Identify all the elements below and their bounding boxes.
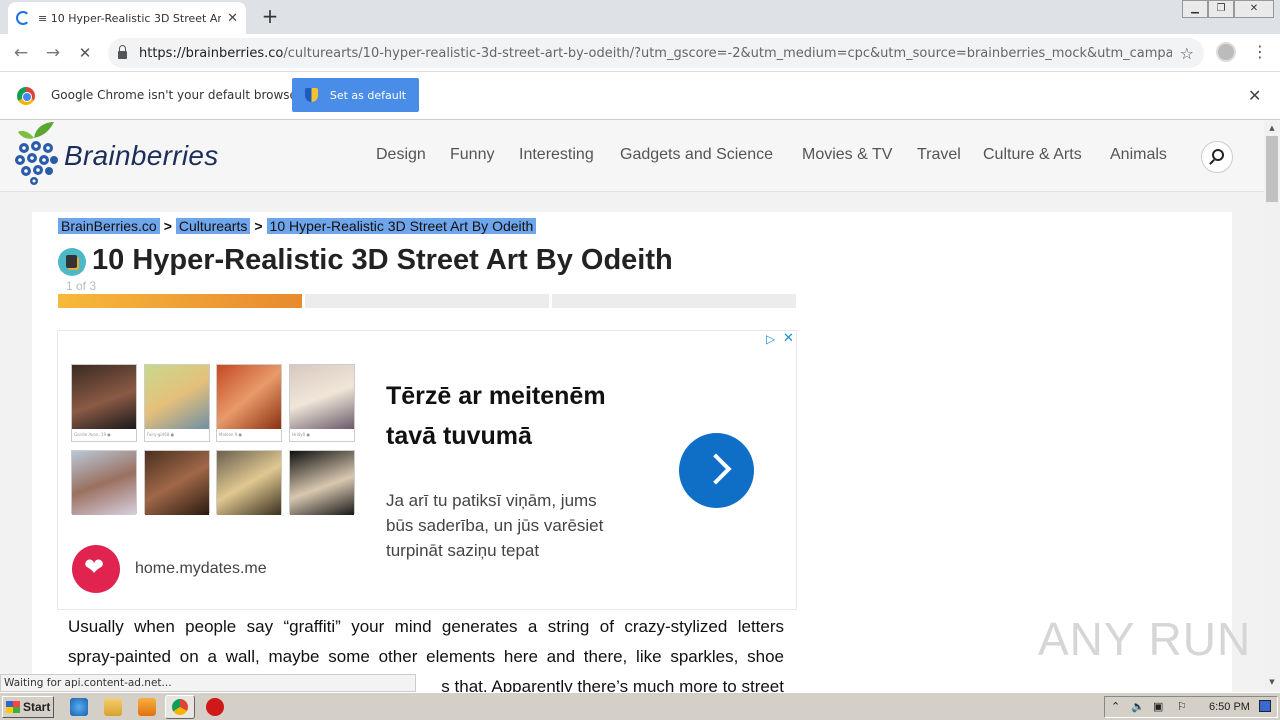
scroll-thumb[interactable]: [1266, 136, 1278, 202]
ad-arrow-button[interactable]: [679, 433, 754, 508]
adchoices-icon[interactable]: ▷: [766, 332, 775, 346]
restore-button[interactable]: ❐: [1208, 0, 1234, 18]
nav-animals[interactable]: Animals: [1110, 146, 1167, 164]
search-icon: [1212, 149, 1224, 161]
category-badge-icon: [58, 248, 86, 276]
ad-headline[interactable]: Tērzē ar meitenēm tavā tuvumā: [386, 376, 606, 456]
volume-icon[interactable]: 🔈: [1131, 700, 1145, 713]
antivirus-icon[interactable]: [206, 698, 224, 716]
window-close-button[interactable]: ✕: [1234, 0, 1274, 18]
uac-shield-icon: [304, 88, 318, 102]
ad-photo[interactable]: Maleon 9 ●: [216, 364, 282, 442]
breadcrumb: BrainBerries.co > Culturearts >10 Hyper-Rea…: [58, 218, 537, 234]
ad-photo[interactable]: [289, 450, 355, 515]
infobar-close-icon[interactable]: ✕: [1248, 86, 1261, 105]
progress-segment: [305, 294, 549, 308]
network-icon[interactable]: ▣: [1153, 700, 1163, 713]
ad-photo[interactable]: Gordie Avon, 19 ●: [71, 364, 137, 442]
progress-segment: [58, 294, 302, 308]
status-bar: Waiting for api.content-ad.net...: [0, 674, 416, 692]
scroll-down-icon[interactable]: ▼: [1266, 678, 1278, 686]
forward-button[interactable]: →: [42, 42, 64, 64]
action-center-flag-icon[interactable]: ⚐: [1177, 700, 1187, 713]
browser-toolbar: ← → ✕ https://brainberries.co/cultureart…: [0, 34, 1280, 72]
tab-strip: ≡ 10 Hyper-Realistic 3D Street Art B ✕ +…: [0, 0, 1280, 34]
back-button[interactable]: ←: [10, 42, 32, 64]
article-line: Usually when people say “graffiti” your …: [68, 617, 784, 636]
chrome-logo-icon: [17, 87, 35, 105]
page-counter: 1 of 3: [66, 279, 97, 293]
breadcrumb-home[interactable]: BrainBerries.co: [58, 218, 160, 234]
ad-photo[interactable]: Fairy-girl68 ●: [144, 364, 210, 442]
new-tab-button[interactable]: +: [258, 4, 282, 28]
anyrun-watermark: ANY RUN: [1038, 613, 1252, 665]
nav-culture-arts[interactable]: Culture & Arts: [983, 146, 1082, 164]
stop-loading-button[interactable]: ✕: [74, 42, 96, 64]
media-player-icon[interactable]: [138, 698, 156, 716]
system-tray: ⌃ 🔈 ▣ ⚐ 6:50 PM: [1104, 696, 1278, 718]
address-bar[interactable]: https://brainberries.co/culturearts/10-h…: [108, 38, 1204, 68]
show-desktop-icon[interactable]: [1259, 700, 1271, 712]
ad-domain[interactable]: home.mydates.me: [135, 560, 267, 578]
ad-photo[interactable]: [216, 450, 282, 515]
clock[interactable]: 6:50 PM: [1209, 701, 1250, 713]
ad-photo[interactable]: [144, 450, 210, 515]
tray-expand-icon[interactable]: ⌃: [1111, 700, 1120, 713]
start-button[interactable]: Start: [2, 696, 54, 718]
ad-close-icon[interactable]: ✕: [783, 331, 794, 346]
tab-close-icon[interactable]: ✕: [227, 11, 238, 26]
file-explorer-icon[interactable]: [104, 698, 122, 716]
brainberries-logo-icon[interactable]: [14, 120, 60, 186]
tab-title: ≡ 10 Hyper-Realistic 3D Street Art B: [38, 11, 222, 25]
nav-gadgets-and-science[interactable]: Gadgets and Science: [620, 146, 773, 164]
ad-photo[interactable]: Hridy0 ●: [289, 364, 355, 442]
scroll-up-icon[interactable]: ▲: [1266, 124, 1278, 132]
ad-description: Ja arī tu patiksī viņām, jums būs saderīb…: [386, 491, 604, 560]
chrome-icon: [172, 699, 188, 715]
profile-avatar-icon[interactable]: [1216, 42, 1236, 62]
loading-spinner-icon: [16, 11, 30, 25]
windows-taskbar: Start ⌃ 🔈 ▣ ⚐ 6:50 PM: [0, 692, 1280, 720]
nav-design[interactable]: Design: [376, 146, 426, 164]
breadcrumb-current[interactable]: 10 Hyper-Realistic 3D Street Art By Odei…: [266, 218, 537, 234]
internet-explorer-icon[interactable]: [70, 698, 88, 716]
nav-interesting[interactable]: Interesting: [519, 146, 594, 164]
infobar-text: Google Chrome isn't your default browser: [51, 88, 302, 102]
site-header: Brainberries Design Funny Interesting Ga…: [0, 120, 1264, 192]
set-as-default-button[interactable]: Set as default: [292, 78, 419, 112]
set-as-default-label: Set as default: [329, 88, 407, 102]
article-line: spray-painted on a wall, maybe some othe…: [68, 647, 784, 666]
site-search-button[interactable]: [1201, 141, 1233, 173]
browser-menu-icon[interactable]: ⋮: [1252, 42, 1268, 62]
breadcrumb-category[interactable]: Culturearts: [175, 218, 251, 234]
page-scrollbar[interactable]: [1264, 120, 1280, 692]
url-text[interactable]: https://brainberries.co/culturearts/10-h…: [139, 46, 1172, 61]
windows-flag-icon: [6, 701, 20, 713]
minimize-button[interactable]: ▁: [1182, 0, 1208, 18]
breadcrumb-separator: >: [254, 218, 263, 234]
breadcrumb-separator: >: [163, 218, 172, 234]
chrome-taskbar-button[interactable]: [165, 695, 195, 719]
nav-travel[interactable]: Travel: [917, 146, 961, 164]
ad-photo[interactable]: [71, 450, 137, 515]
bookmark-star-icon[interactable]: ☆: [1180, 44, 1194, 63]
lock-icon[interactable]: [118, 45, 127, 59]
browser-tab[interactable]: ≡ 10 Hyper-Realistic 3D Street Art B ✕: [8, 2, 246, 34]
nav-movies-tv[interactable]: Movies & TV: [802, 146, 892, 164]
list-icon: ≡: [38, 11, 51, 25]
nav-funny[interactable]: Funny: [450, 146, 494, 164]
heart-icon: [72, 545, 120, 593]
brand-name[interactable]: Brainberries: [64, 140, 219, 172]
page-title: 10 Hyper-Realistic 3D Street Art By Odei…: [92, 244, 673, 276]
progress-segment: [552, 294, 796, 308]
